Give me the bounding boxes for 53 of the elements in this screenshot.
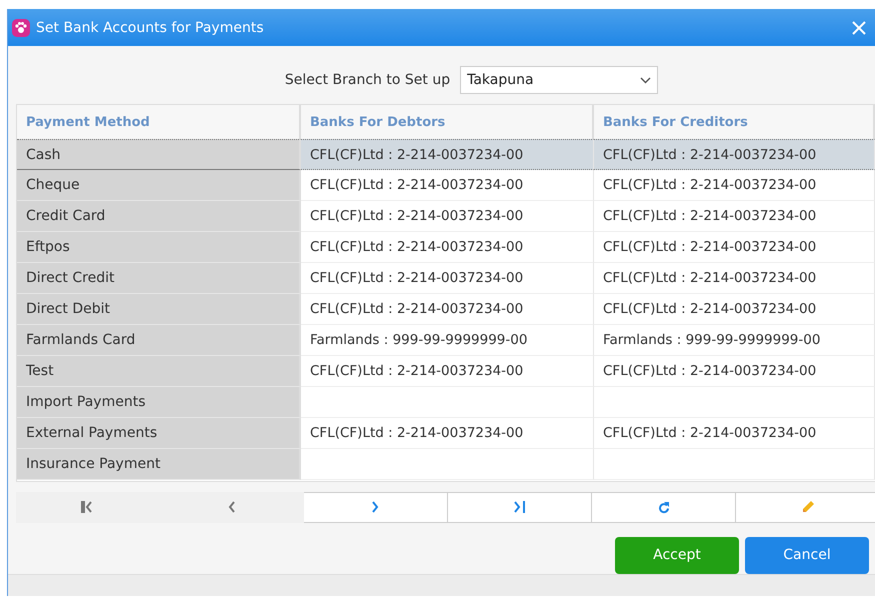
creditor-bank-cell[interactable]: CFL(CF)Ltd : 2-214-0037234-00: [594, 294, 875, 326]
creditor-bank-cell[interactable]: CFL(CF)Ltd : 2-214-0037234-00: [594, 356, 875, 388]
payment-method-cell[interactable]: Cheque: [17, 170, 301, 202]
payment-method-cell[interactable]: Cash: [17, 139, 301, 170]
debtor-bank-cell[interactable]: CFL(CF)Ltd : 2-214-0037234-00: [301, 356, 594, 388]
creditor-bank-cell[interactable]: Farmlands : 999-99-9999999-00: [594, 325, 875, 356]
creditor-bank-cell[interactable]: [594, 387, 875, 418]
cancel-button[interactable]: Cancel: [745, 536, 869, 574]
close-icon: [852, 20, 866, 35]
payment-method-cell[interactable]: Farmlands Card: [17, 325, 301, 356]
pencil-icon: [800, 500, 814, 514]
creditor-bank-cell[interactable]: CFL(CF)Ltd : 2-214-0037234-00: [594, 418, 875, 450]
payment-method-cell[interactable]: Import Payments: [17, 387, 301, 418]
column-header: Payment Method: [17, 105, 301, 140]
chevron-left-icon: [228, 501, 235, 514]
edit-button[interactable]: [736, 492, 875, 523]
branch-dropdown[interactable]: Takapuna: [460, 66, 658, 94]
creditor-bank-cell[interactable]: CFL(CF)Ltd : 2-214-0037234-00: [594, 201, 875, 232]
column-header: Banks For Creditors: [594, 105, 875, 140]
payment-method-cell[interactable]: Direct Debit: [17, 294, 301, 326]
window-title: Set Bank Accounts for Payments: [36, 20, 265, 36]
debtor-bank-cell[interactable]: Farmlands : 999-99-9999999-00: [301, 325, 594, 356]
payment-method-cell[interactable]: Eftpos: [17, 232, 301, 264]
refresh-button[interactable]: [592, 492, 736, 523]
chevron-down-icon: [640, 76, 652, 84]
debtor-bank-cell[interactable]: [301, 449, 594, 480]
paw-icon: [12, 18, 30, 37]
creditor-bank-cell[interactable]: [594, 449, 875, 480]
debtor-bank-cell[interactable]: CFL(CF)Ltd : 2-214-0037234-00: [301, 232, 594, 264]
debtor-bank-cell[interactable]: CFL(CF)Ltd : 2-214-0037234-00: [301, 139, 594, 170]
payment-method-cell[interactable]: Direct Credit: [17, 263, 301, 294]
last-page-icon: [513, 501, 526, 514]
chevron-right-icon: [372, 501, 379, 514]
first-page-icon: [81, 501, 94, 514]
column-header: Banks For Debtors: [301, 105, 594, 140]
next-button[interactable]: [304, 492, 448, 523]
creditor-bank-cell[interactable]: CFL(CF)Ltd : 2-214-0037234-00: [594, 232, 875, 264]
creditor-bank-cell[interactable]: CFL(CF)Ltd : 2-214-0037234-00: [594, 139, 875, 170]
branch-label: Select Branch to Set up: [284, 72, 450, 88]
debtor-bank-cell[interactable]: CFL(CF)Ltd : 2-214-0037234-00: [301, 418, 594, 450]
last-button[interactable]: [448, 492, 592, 523]
creditor-bank-cell[interactable]: CFL(CF)Ltd : 2-214-0037234-00: [594, 263, 875, 294]
creditor-bank-cell[interactable]: CFL(CF)Ltd : 2-214-0037234-00: [594, 170, 875, 202]
refresh-icon: [658, 500, 670, 514]
payment-method-cell[interactable]: Credit Card: [17, 201, 301, 232]
payment-method-cell[interactable]: Test: [17, 356, 301, 388]
debtor-bank-cell[interactable]: CFL(CF)Ltd : 2-214-0037234-00: [301, 170, 594, 202]
debtor-bank-cell[interactable]: [301, 387, 594, 418]
debtor-bank-cell[interactable]: CFL(CF)Ltd : 2-214-0037234-00: [301, 263, 594, 294]
debtor-bank-cell[interactable]: CFL(CF)Ltd : 2-214-0037234-00: [301, 294, 594, 326]
debtor-bank-cell[interactable]: CFL(CF)Ltd : 2-214-0037234-00: [301, 201, 594, 232]
payment-method-cell[interactable]: External Payments: [17, 418, 301, 450]
payment-method-cell[interactable]: Insurance Payment: [17, 449, 301, 480]
